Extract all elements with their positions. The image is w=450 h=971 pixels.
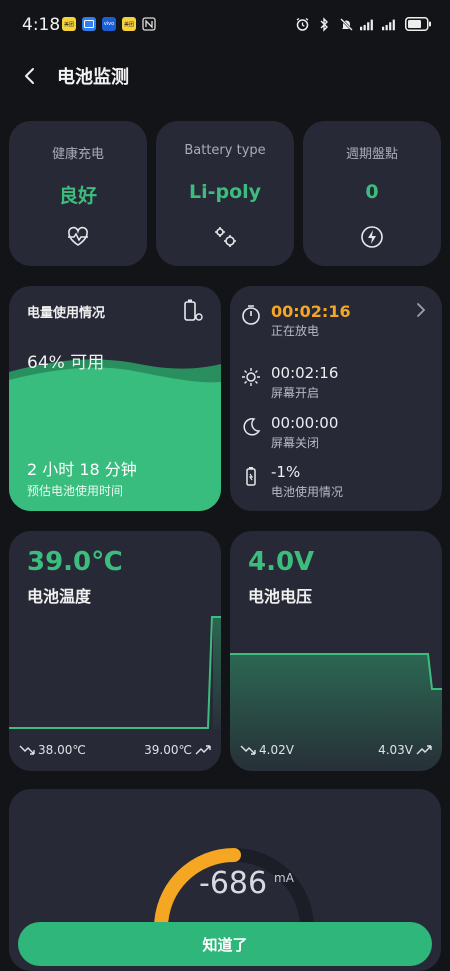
voltage-card[interactable]: 4.0V 电池电压 4.02V 4.03V [230,531,442,771]
current-value: -686 [199,866,268,901]
screen-off-label: 屏幕关闭 [271,436,320,450]
discharge-timer-row: 00:02:16 正在放电 [240,302,430,342]
usage-percent: 64% 可用 [27,353,105,373]
trend-down-icon [19,745,35,755]
screen-off-time: 00:00:00 [271,414,339,432]
temperature-card[interactable]: 39.0℃ 电池温度 38.00℃ 39.00℃ [9,531,221,771]
screen-on-row: 00:02:16 屏幕开启 [240,364,430,404]
app-bar: 电池监测 [0,52,450,100]
temperature-value: 39.0℃ [27,547,123,577]
vivo-app-icon: vivo [102,17,116,31]
health-charge-label: 健康充电 [51,147,104,162]
temperature-min-value: 38.00℃ [38,743,86,757]
meituan2-app-icon: 美团 [122,17,136,31]
current-unit: mA [274,871,294,885]
battery-usage-card[interactable]: 电量使用情况 64% 可用 2 小时 18 分钟 预估电池使用时间 [9,286,221,511]
temperature-max: 39.00℃ [144,743,211,757]
status-time: 4:18 [22,15,61,35]
battery-usage-row: -1% 电池使用情况 [240,463,430,503]
temperature-label: 电池温度 [27,587,92,606]
battery-type-value: Li-poly [188,181,262,203]
temperature-max-value: 39.00℃ [144,743,192,757]
voltage-max-value: 4.03V [378,743,413,757]
alarm-icon [294,16,310,32]
page-title: 电池监测 [57,67,129,88]
mute-icon [338,16,354,32]
screen-off-row: 00:00:00 屏幕关闭 [240,414,430,454]
voltage-min: 4.02V [240,743,294,757]
trend-down-icon [240,745,256,755]
heart-pulse-icon [65,224,91,250]
cycle-count-label: 週期盤點 [345,147,398,162]
screen-on-label: 屏幕开启 [271,386,320,400]
meituan-app-icon: 美团 [62,17,76,31]
signal-icon [360,16,376,32]
chevron-right-icon[interactable] [414,302,428,318]
message-app-icon [82,17,96,31]
back-button[interactable] [16,62,44,90]
signal2-icon [382,16,398,32]
remaining-label: 预估电池使用时间 [27,484,124,498]
battery-type-card[interactable]: Battery type Li-poly [156,121,294,266]
trend-up-icon [416,745,432,755]
trend-up-icon [195,745,211,755]
cycle-count-card[interactable]: 週期盤點 0 [303,121,441,266]
discharge-time: 00:02:16 [271,302,351,321]
battery-small-icon [240,465,262,487]
status-right-icons [294,16,432,32]
screen-on-time: 00:02:16 [271,364,339,382]
battery-usage-label: 电池使用情况 [271,485,344,499]
battery-settings-icon[interactable] [183,298,205,324]
health-charge-value: 良好 [58,185,97,207]
battery-usage-delta: -1% [271,463,301,481]
voltage-label: 电池电压 [248,587,313,606]
cycle-count-value: 0 [365,181,379,203]
voltage-min-value: 4.02V [259,743,294,757]
got-it-button[interactable]: 知道了 [18,922,432,966]
battery-type-label: Battery type [184,143,266,158]
battery-icon [404,16,432,32]
bluetooth-icon [316,16,332,32]
charge-bolt-icon [359,224,385,250]
gears-icon [212,224,238,250]
sun-icon [240,366,262,388]
timers-card[interactable]: 00:02:16 正在放电 00:02:16 屏幕开启 00:00:00 屏幕关… [230,286,442,511]
usage-title: 电量使用情况 [27,306,106,321]
stopwatch-icon [240,304,262,326]
discharge-label: 正在放电 [271,324,320,338]
status-app-icons: 美团 vivo 美团 [62,17,156,31]
nfc-icon [142,17,156,31]
status-bar: 4:18 美团 vivo 美团 [0,0,450,52]
remaining-time: 2 小时 18 分钟 [27,460,137,479]
health-charge-card[interactable]: 健康充电 良好 [9,121,147,266]
voltage-max: 4.03V [378,743,432,757]
moon-icon [240,416,262,438]
temperature-min: 38.00℃ [19,743,86,757]
voltage-value: 4.0V [248,547,315,577]
back-arrow-icon [25,68,34,84]
